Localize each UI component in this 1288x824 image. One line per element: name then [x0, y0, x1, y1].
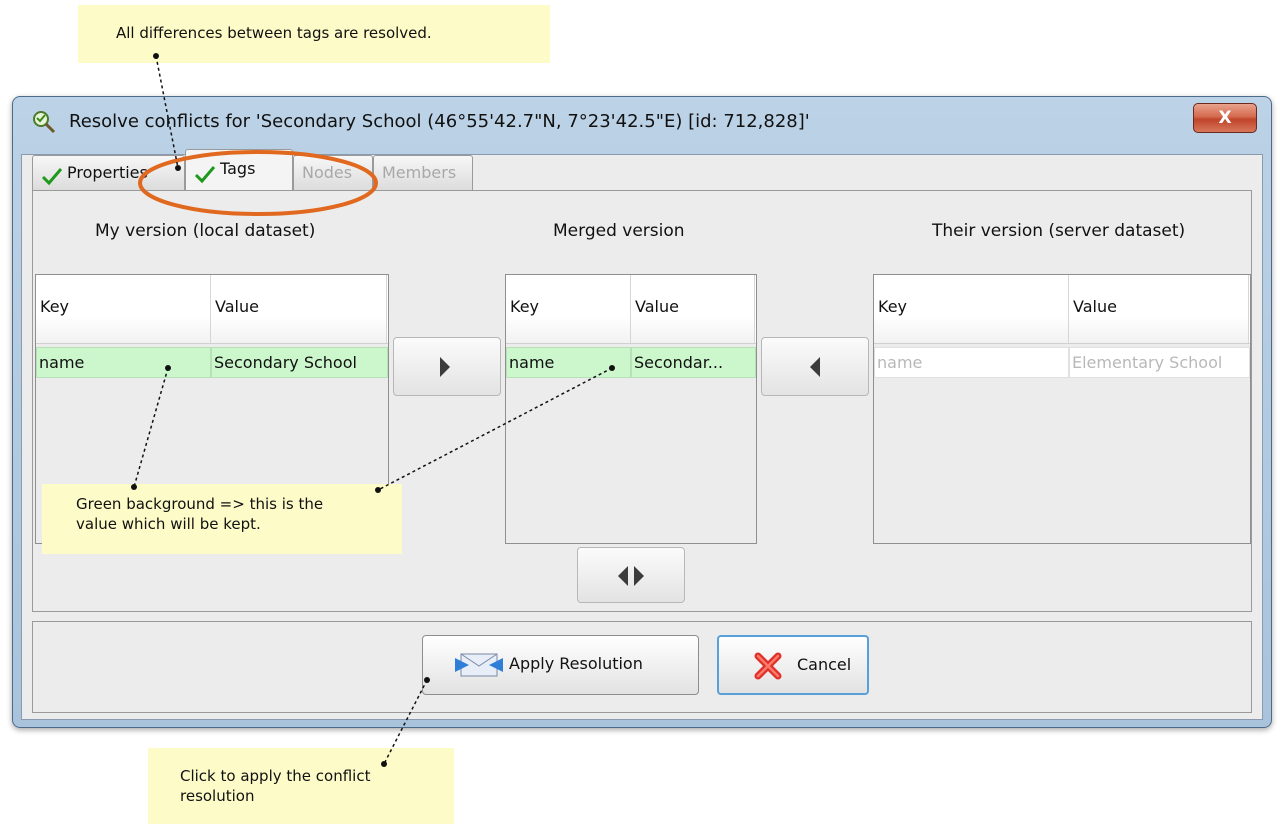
callout-text: value which will be kept. [76, 515, 261, 533]
close-button[interactable]: X [1193, 103, 1257, 133]
callout-text: All differences between tags are resolve… [116, 24, 432, 42]
apply-resolution-label: Apply Resolution [509, 654, 643, 673]
column-header-key[interactable]: Key [506, 275, 631, 343]
dialog-client-area: Properties Tags Nodes Members My version… [21, 149, 1263, 720]
keep-mine-button[interactable] [393, 337, 501, 396]
column-header-key[interactable]: Key [36, 275, 211, 343]
column-header-value[interactable]: Value [211, 275, 387, 343]
table-row[interactable]: name Secondary School [36, 347, 388, 378]
arrow-left-icon [808, 355, 822, 383]
window-title: Resolve conflicts for 'Secondary School … [69, 111, 810, 132]
tab-label: Properties [67, 163, 148, 182]
tag-value-cell[interactable]: Secondar... [631, 347, 756, 378]
tab-label: Tags [220, 159, 256, 178]
column-header-value[interactable]: Value [1069, 275, 1249, 343]
column-header-key[interactable]: Key [874, 275, 1069, 343]
merged-version-table[interactable]: Key Value name Secondar... [505, 274, 757, 544]
tab-properties[interactable]: Properties [32, 155, 185, 190]
keep-theirs-button[interactable] [761, 337, 869, 396]
undecide-button[interactable] [577, 547, 685, 603]
arrow-right-icon [438, 355, 452, 383]
close-icon: X [1218, 108, 1232, 128]
tab-members: Members [373, 155, 473, 190]
tag-key-cell[interactable]: name [506, 347, 631, 378]
cancel-button[interactable]: Cancel [717, 635, 869, 695]
callout-text: resolution [180, 787, 255, 805]
cancel-x-icon [753, 651, 783, 685]
table-row[interactable]: name Secondar... [506, 347, 756, 378]
apply-resolution-icon [453, 650, 505, 684]
apply-resolution-button[interactable]: Apply Resolution [422, 635, 699, 695]
resolve-conflicts-dialog: Resolve conflicts for 'Secondary School … [12, 96, 1272, 728]
callout-note-green-background: Green background => this is the value wh… [42, 484, 402, 554]
callout-note-apply: Click to apply the conflict resolution [148, 748, 454, 824]
tag-value-cell[interactable]: Secondary School [211, 347, 388, 378]
my-version-title: My version (local dataset) [95, 221, 316, 241]
callout-text: Green background => this is the [76, 495, 324, 513]
tab-label: Members [382, 163, 457, 182]
their-version-title: Their version (server dataset) [932, 221, 1186, 241]
table-header: Key Value [874, 275, 1250, 344]
tag-key-cell[interactable]: name [874, 347, 1069, 378]
tag-key-cell[interactable]: name [36, 347, 211, 378]
merged-version-title: Merged version [553, 221, 685, 241]
title-bar[interactable]: Resolve conflicts for 'Secondary School … [13, 97, 1271, 155]
checkmark-icon [41, 164, 63, 185]
tab-label: Nodes [302, 163, 353, 182]
arrows-left-right-icon [610, 564, 654, 592]
checkmark-icon [194, 160, 216, 183]
their-version-table[interactable]: Key Value name Elementary School [873, 274, 1251, 544]
table-header: Key Value [36, 275, 388, 344]
tab-nodes: Nodes [293, 155, 373, 190]
dialog-button-bar: Apply Resolution Cancel [32, 621, 1252, 713]
column-header-value[interactable]: Value [631, 275, 755, 343]
table-header: Key Value [506, 275, 756, 344]
conflict-resolution-icon [31, 109, 57, 135]
tab-tags[interactable]: Tags [185, 149, 293, 190]
callout-note-tags-resolved: All differences between tags are resolve… [78, 5, 550, 63]
tag-value-cell[interactable]: Elementary School [1069, 347, 1250, 378]
callout-text: Click to apply the conflict [180, 767, 371, 785]
cancel-label: Cancel [797, 655, 852, 674]
table-row[interactable]: name Elementary School [874, 347, 1250, 378]
